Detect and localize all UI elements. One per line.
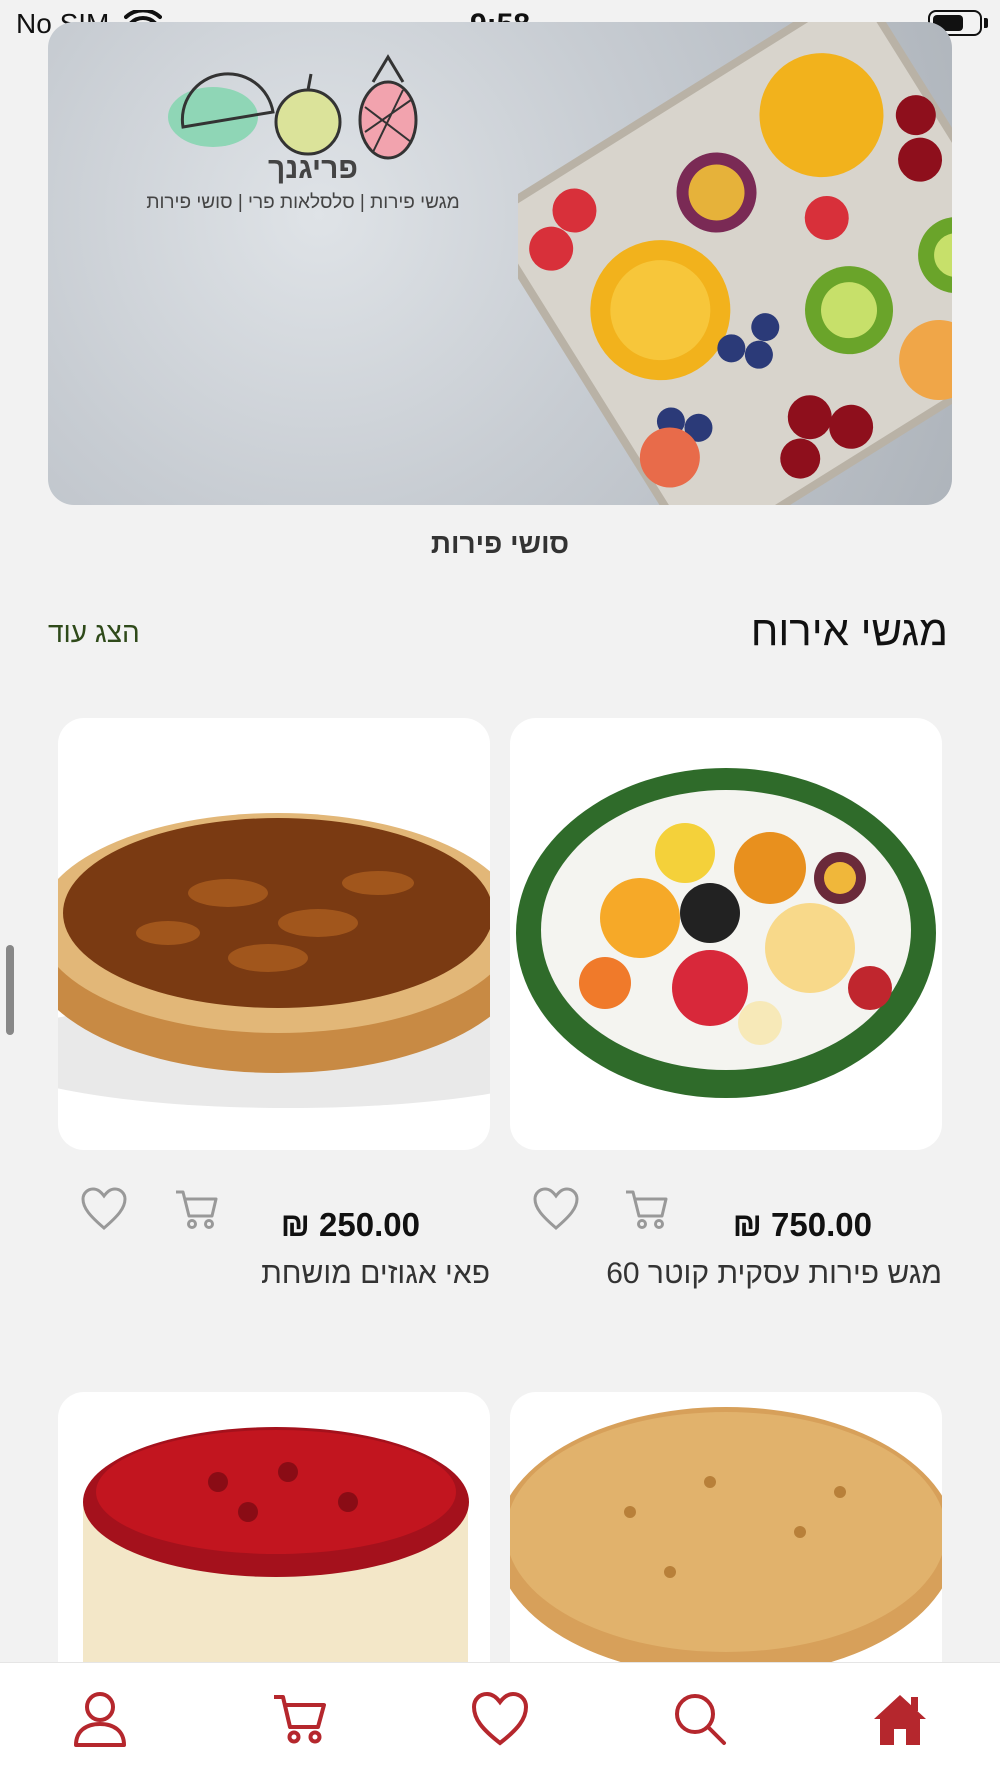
- brand-name: פריגנך: [268, 152, 358, 185]
- brand-logo: [168, 54, 418, 160]
- home-icon[interactable]: [870, 1689, 930, 1749]
- product-image-crumble-cake[interactable]: [510, 1392, 942, 1662]
- cherry-cheesecake-image: [83, 1427, 469, 1662]
- fruit-tray-image: [518, 22, 952, 505]
- heart-icon[interactable]: [470, 1689, 530, 1749]
- search-icon[interactable]: [670, 1689, 730, 1749]
- product-image-pecan-pie[interactable]: [58, 718, 490, 1150]
- show-more-link[interactable]: הצג עוד: [48, 617, 140, 649]
- pecan-pie-image: [58, 813, 490, 1108]
- add-to-cart-icon[interactable]: [622, 1186, 670, 1232]
- add-to-cart-icon[interactable]: [172, 1186, 220, 1232]
- product-name[interactable]: פאי אגוזים מושחת: [58, 1257, 490, 1291]
- fruit-platter-image: [516, 768, 936, 1098]
- scroll-indicator[interactable]: [6, 945, 14, 1035]
- product-price: ₪ 250.00: [280, 1206, 420, 1243]
- hero-banner[interactable]: פריגנך מגשי פירות | סלסלאות פרי | סושי פ…: [48, 22, 952, 505]
- section-title: מגשי אירוח: [750, 607, 948, 654]
- favorite-heart-icon[interactable]: [80, 1186, 128, 1232]
- product-image-fruit-platter[interactable]: [510, 718, 942, 1150]
- crumble-cake-image: [510, 1407, 942, 1662]
- product-price: ₪ 750.00: [732, 1206, 872, 1243]
- banner-caption[interactable]: סושי פירות: [0, 528, 1000, 560]
- battery-tip: [984, 18, 988, 28]
- user-icon[interactable]: [70, 1689, 130, 1749]
- cart-icon[interactable]: [270, 1689, 330, 1749]
- favorite-heart-icon[interactable]: [532, 1186, 580, 1232]
- brand-tagline: מגשי פירות | סלסלאות פרי | סושי פירות: [146, 192, 460, 213]
- product-name[interactable]: מגש פירות עסקית קוטר 60: [510, 1257, 942, 1291]
- bottom-tab-bar: [0, 1662, 1000, 1779]
- product-image-cherry-cheesecake[interactable]: [58, 1392, 490, 1662]
